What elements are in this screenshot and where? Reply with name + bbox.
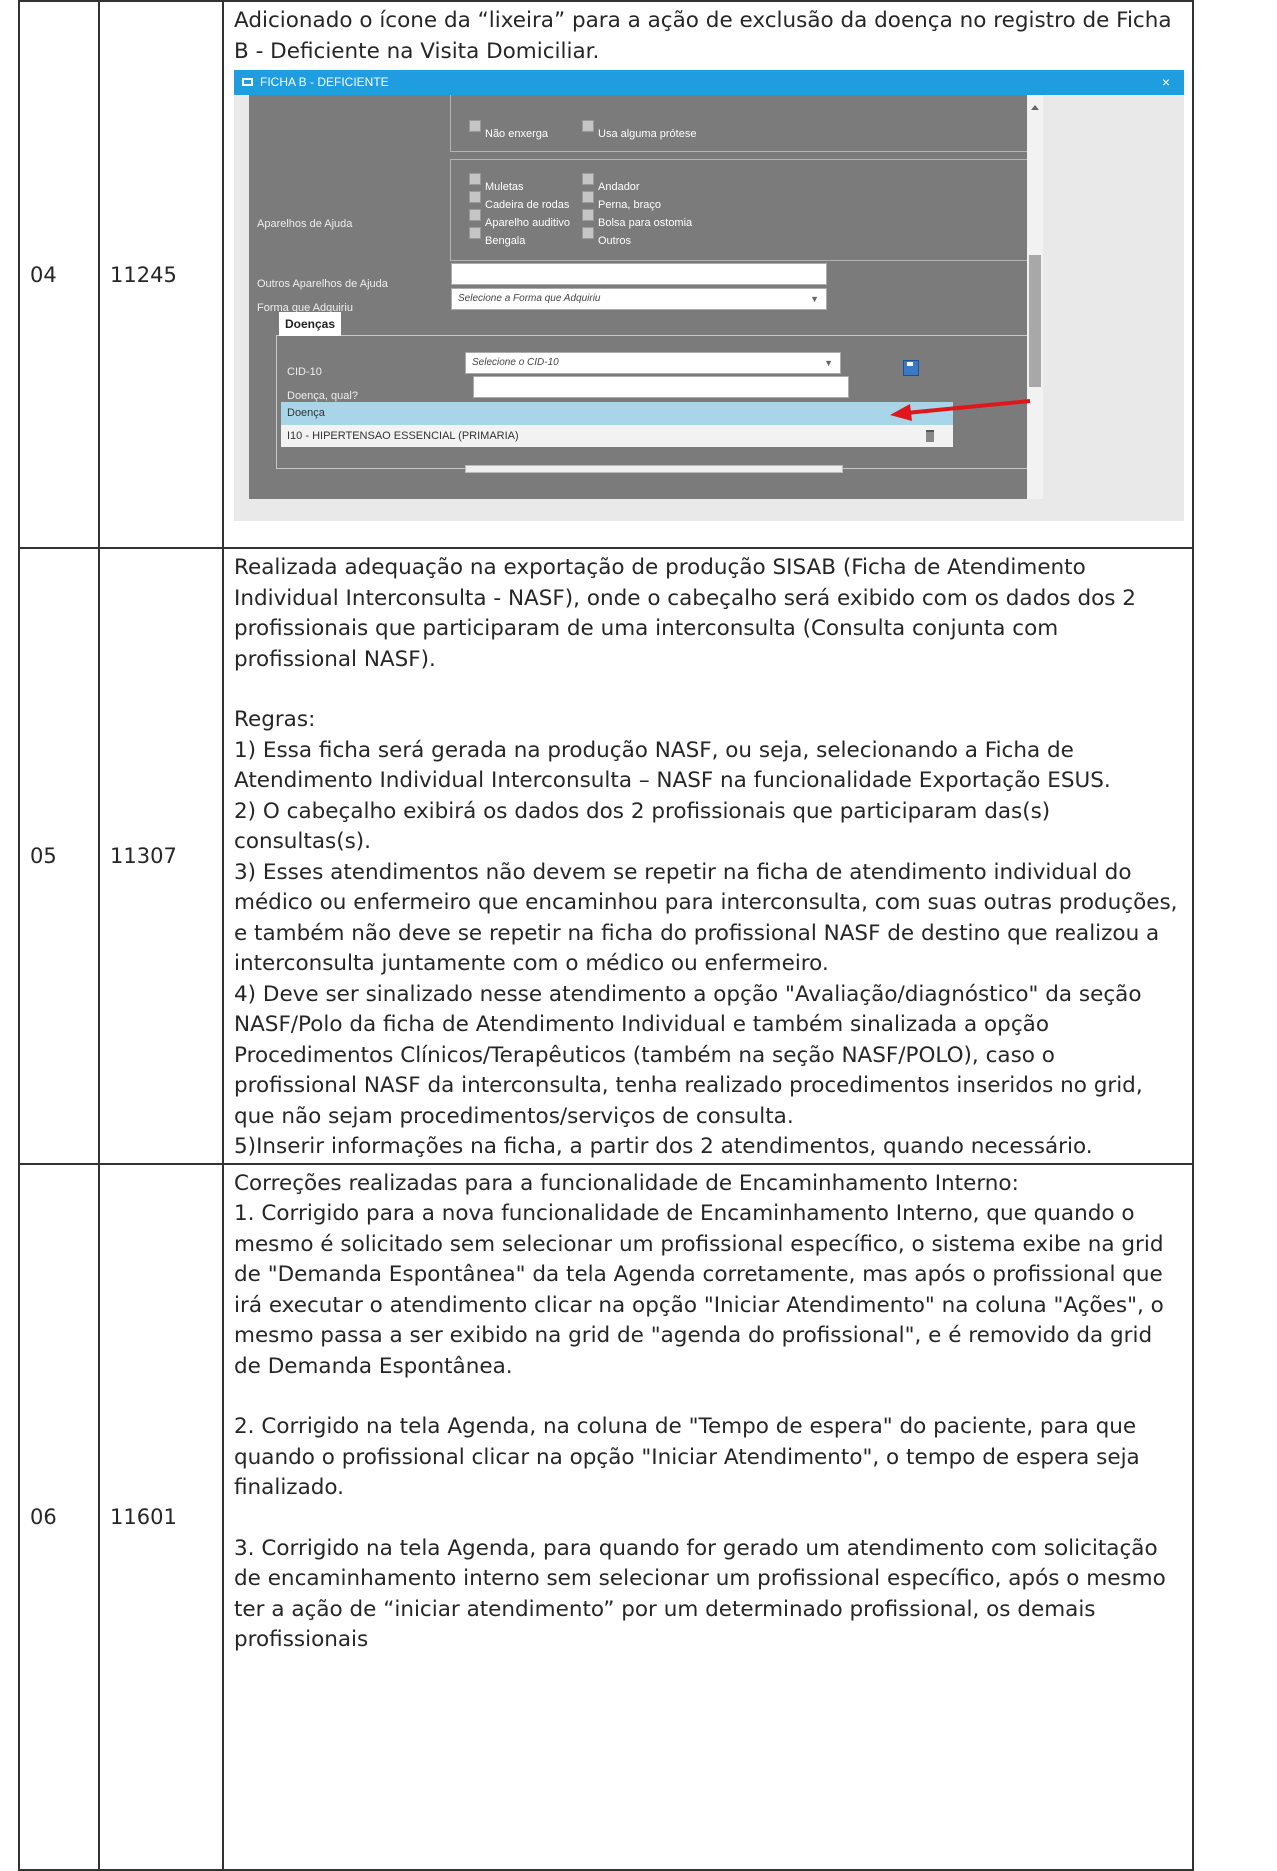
paragraph: Regras:	[234, 707, 316, 732]
window-icon	[242, 78, 253, 86]
table-row: 06 11601 Correções realizadas para a fun…	[18, 1162, 1194, 1871]
annotation-arrow-icon	[890, 399, 1031, 421]
row-description: Adicionado o ícone da “lixeira” para a a…	[222, 0, 1194, 549]
paragraph: 3) Esses atendimentos não devem se repet…	[234, 859, 1178, 977]
paragraph: 4) Deve ser sinalizado nesse atendimento…	[234, 981, 1143, 1129]
paragraph: 2) O cabeçalho exibirá os dados dos 2 pr…	[234, 798, 1051, 855]
paragraph: 3. Corrigido na tela Agenda, para quando…	[234, 1535, 1166, 1653]
paragraph: 1) Essa ficha será gerada na produção NA…	[234, 737, 1111, 794]
issue-code: 11245	[98, 0, 224, 549]
issue-code: 11601	[98, 1162, 224, 1871]
paragraph: 1. Corrigido para a nova funcionalidade …	[234, 1201, 1164, 1379]
document-page: 04 11245 Adicionado o ícone da “lixeira”…	[0, 0, 1277, 1871]
table-row: 04 11245 Adicionado o ícone da “lixeira”…	[18, 0, 1194, 549]
row-description: Realizada adequação na exportação de pro…	[222, 547, 1194, 1165]
dialog-title: FICHA B - DEFICIENTE	[260, 75, 389, 89]
paragraph: Adicionado o ícone da “lixeira” para a a…	[234, 8, 1172, 64]
row-number: 04	[18, 0, 100, 549]
paragraph: Realizada adequação na exportação de pro…	[234, 555, 1136, 672]
paragraph: Correções realizadas para a funcionalida…	[234, 1170, 1019, 1196]
changelog-table: 04 11245 Adicionado o ícone da “lixeira”…	[18, 0, 1194, 1871]
embedded-screenshot: FICHA B - DEFICIENTE × Não enxerga Usa a…	[234, 70, 1184, 521]
close-icon[interactable]: ×	[1162, 70, 1170, 95]
paragraph: 2. Corrigido na tela Agenda, na coluna d…	[234, 1414, 1140, 1500]
dialog-title-bar: FICHA B - DEFICIENTE ×	[234, 70, 1184, 95]
table-row: 05 11307 Realizada adequação na exportaç…	[18, 547, 1194, 1165]
dialog-body: Não enxerga Usa alguma prótese Aparelhos…	[234, 95, 1184, 521]
row-description: Correções realizadas para a funcionalida…	[222, 1162, 1194, 1871]
paragraph: 5)Inserir informações na ficha, a partir…	[234, 1134, 1093, 1159]
row-number: 06	[18, 1162, 100, 1871]
row-number: 05	[18, 547, 100, 1165]
issue-code: 11307	[98, 547, 224, 1165]
